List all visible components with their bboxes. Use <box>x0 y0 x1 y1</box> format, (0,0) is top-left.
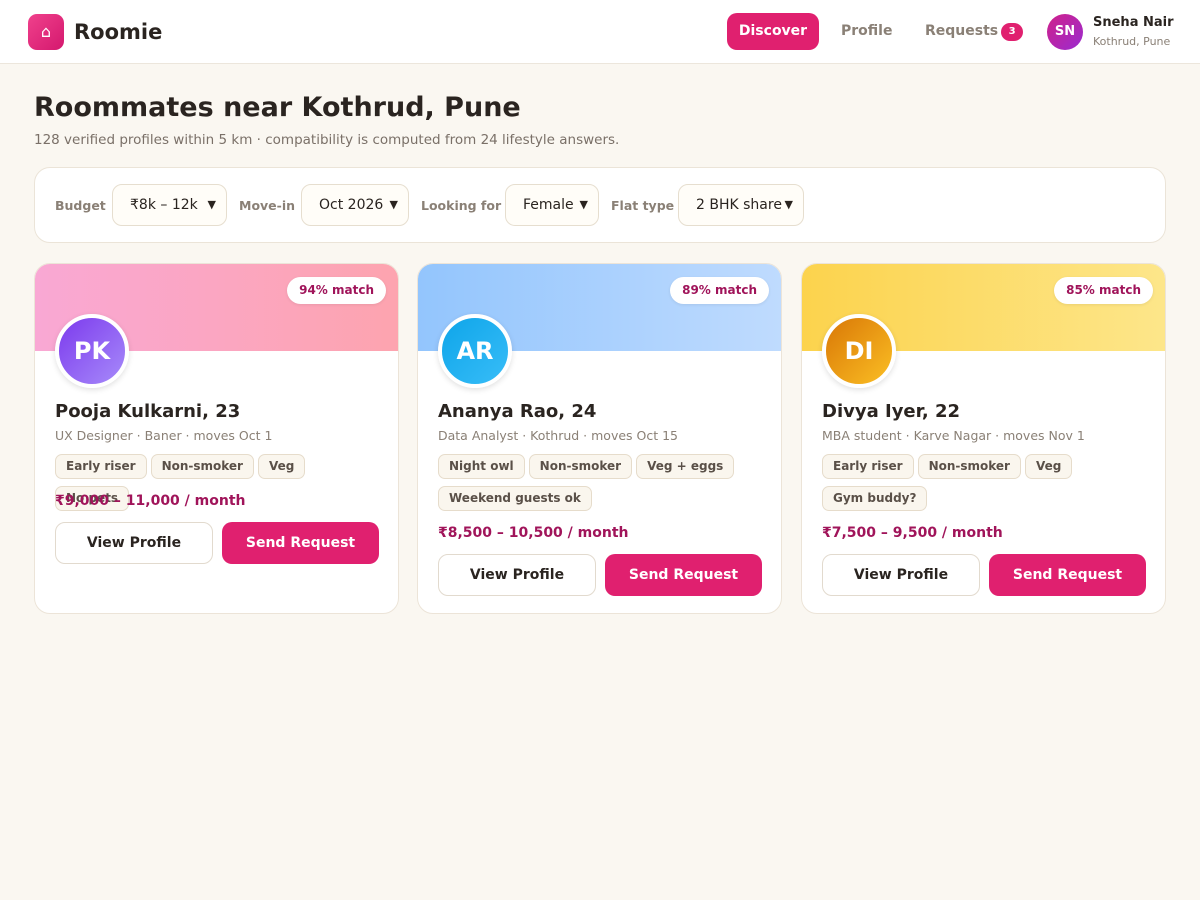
page-subtitle: 128 verified profiles within 5 km · comp… <box>34 132 620 148</box>
flat-type-label: Flat type <box>611 198 675 213</box>
user-name: Sneha Nair <box>1093 15 1174 30</box>
filter-bar: Budget ₹8k – 12k ▼ Move-in Oct 2026 ▼ Lo… <box>34 167 1166 243</box>
lifestyle-tag: Early riser <box>55 454 147 479</box>
looking-for-label: Looking for <box>421 198 502 213</box>
rent-range: ₹9,000 – 11,000 / month <box>55 493 246 509</box>
lifestyle-tag: Gym buddy? <box>822 486 928 511</box>
lifestyle-tags: Night owl Non-smoker Veg + eggs Weekend gue… <box>438 454 768 518</box>
movein-value: Oct 2026 <box>319 197 384 213</box>
view-profile-button[interactable]: View Profile <box>438 554 596 596</box>
chevron-down-icon: ▼ <box>389 198 398 211</box>
view-profile-button[interactable]: View Profile <box>55 522 213 564</box>
requests-count-badge: 3 <box>1001 23 1024 41</box>
send-request-button[interactable]: Send Request <box>222 522 379 564</box>
lifestyle-tag: Non-smoker <box>917 454 1021 479</box>
chevron-down-icon: ▼ <box>207 198 216 211</box>
profile-meta: MBA student · Karve Nagar · moves Nov 1 <box>822 428 1085 443</box>
chevron-down-icon: ▼ <box>784 198 793 211</box>
top-nav-bar: ⌂ Roomie Discover Profile Requests 3 SN S… <box>0 0 1200 64</box>
budget-value: ₹8k – 12k <box>130 197 198 213</box>
profile-meta: UX Designer · Baner · moves Oct 1 <box>55 428 273 443</box>
profile-card: 89% match AR Ananya Rao, 24 Data Analyst… <box>417 263 782 614</box>
lifestyle-tag: Non-smoker <box>150 454 254 479</box>
match-badge: 94% match <box>287 277 386 304</box>
lifestyle-tag: Veg <box>1024 454 1073 479</box>
lifestyle-tag: Night owl <box>438 454 525 479</box>
profile-name: Pooja Kulkarni, 23 <box>55 401 241 422</box>
profile-avatar: DI <box>822 314 896 388</box>
profile-card: 94% match PK Pooja Kulkarni, 23 UX Desig… <box>34 263 399 614</box>
flat-type-select[interactable]: 2 BHK share ▼ <box>678 184 804 226</box>
rent-range: ₹8,500 – 10,500 / month <box>438 525 629 541</box>
nav-requests-link[interactable]: Requests 3 <box>925 13 1024 50</box>
profile-meta: Data Analyst · Kothrud · moves Oct 15 <box>438 428 679 443</box>
nav-discover-button[interactable]: Discover <box>727 13 819 50</box>
looking-for-value: Female <box>523 197 574 213</box>
brand-name[interactable]: Roomie <box>74 18 162 46</box>
user-location: Kothrud, Pune <box>1093 35 1171 48</box>
rent-range: ₹7,500 – 9,500 / month <box>822 525 1003 541</box>
view-profile-button[interactable]: View Profile <box>822 554 980 596</box>
lifestyle-tag: Non-smoker <box>528 454 633 479</box>
profile-name: Divya Iyer, 22 <box>822 401 961 422</box>
user-avatar[interactable]: SN <box>1047 14 1083 50</box>
movein-label: Move-in <box>239 198 296 213</box>
budget-select[interactable]: ₹8k – 12k ▼ <box>112 184 227 226</box>
lifestyle-tag: Veg <box>257 454 306 479</box>
chevron-down-icon: ▼ <box>579 198 588 211</box>
flat-type-value: 2 BHK share <box>696 197 782 213</box>
lifestyle-tags: Early riser Non-smoker Veg Gym buddy? <box>822 454 1152 518</box>
match-badge: 89% match <box>670 277 769 304</box>
send-request-button[interactable]: Send Request <box>989 554 1146 596</box>
nav-requests-label: Requests <box>925 23 999 39</box>
budget-label: Budget <box>55 198 106 213</box>
profile-card: 85% match DI Divya Iyer, 22 MBA student … <box>801 263 1166 614</box>
nav-profile-link[interactable]: Profile <box>841 13 892 50</box>
lifestyle-tag: Early riser <box>822 454 914 479</box>
looking-for-select[interactable]: Female ▼ <box>505 184 599 226</box>
home-icon[interactable]: ⌂ <box>28 14 64 50</box>
lifestyle-tag: Weekend guests ok <box>438 486 592 511</box>
send-request-button[interactable]: Send Request <box>605 554 762 596</box>
profile-avatar: PK <box>55 314 129 388</box>
lifestyle-tag: Veg + eggs <box>636 454 735 479</box>
profile-name: Ananya Rao, 24 <box>438 401 597 422</box>
match-badge: 85% match <box>1054 277 1153 304</box>
profile-avatar: AR <box>438 314 512 388</box>
page-title: Roommates near Kothrud, Pune <box>34 92 521 123</box>
movein-select[interactable]: Oct 2026 ▼ <box>301 184 409 226</box>
